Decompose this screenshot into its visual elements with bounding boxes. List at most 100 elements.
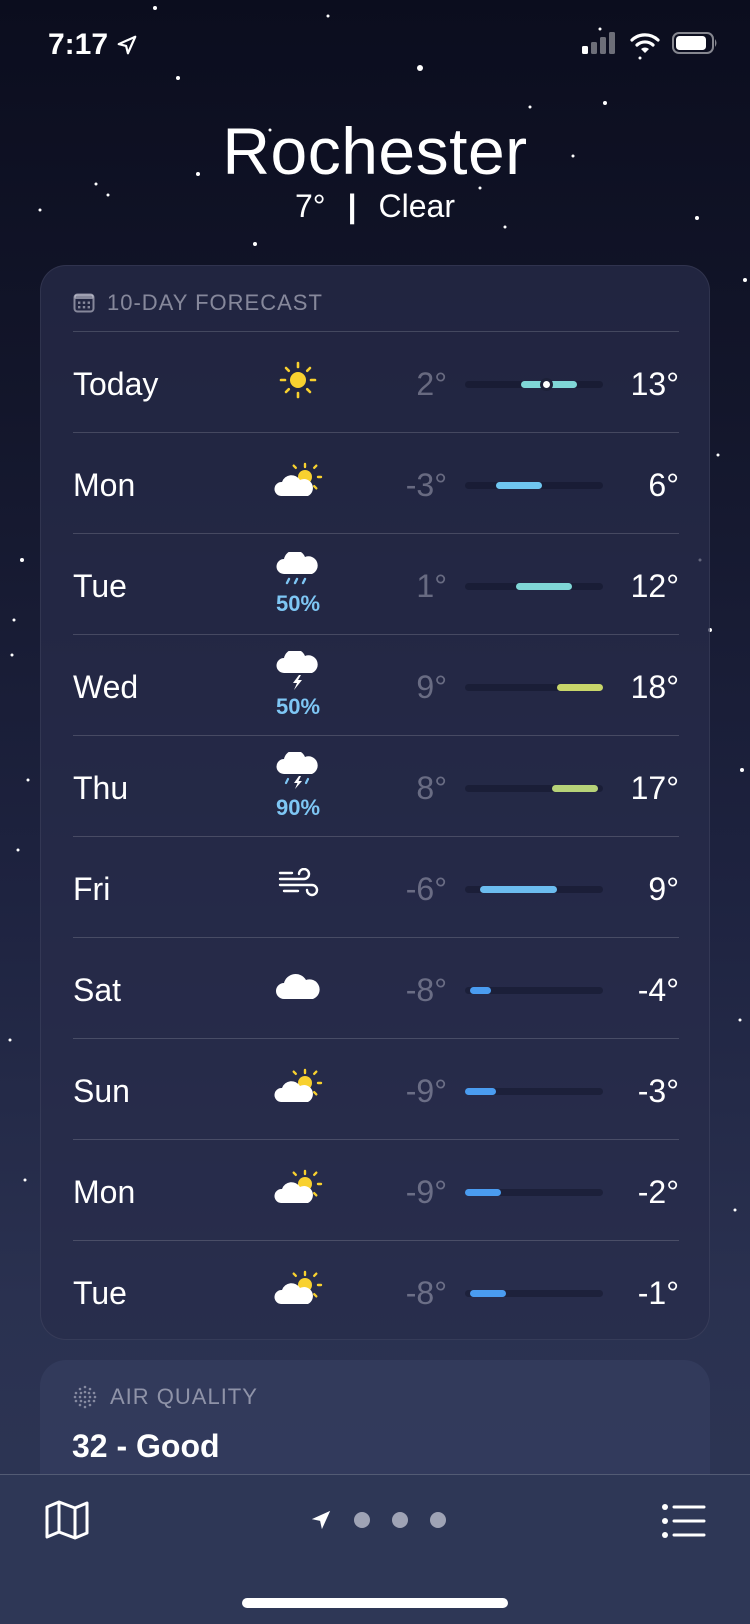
low-temp: 9° xyxy=(416,669,447,705)
low-temp: -9° xyxy=(405,1174,447,1210)
forecast-day: Sun xyxy=(73,1073,130,1109)
current-summary: 7° | Clear xyxy=(0,188,750,225)
forecast-row[interactable]: Thu 90% 8° 17° xyxy=(73,735,679,836)
high-temp: -2° xyxy=(637,1174,679,1210)
forecast-icon-cell xyxy=(253,1241,343,1342)
location-arrow-icon xyxy=(117,35,137,55)
low-temp: -8° xyxy=(405,972,447,1008)
low-temp: 1° xyxy=(416,568,447,604)
temperature-range-fill xyxy=(551,785,598,792)
forecast-card-title: 10-DAY FORECAST xyxy=(107,290,323,315)
forecast-row[interactable]: Wed 50% 9° 18° xyxy=(73,634,679,735)
current-temperature-marker xyxy=(540,378,554,391)
forecast-day: Mon xyxy=(73,467,136,503)
ten-day-forecast-card[interactable]: 10-DAY FORECAST Today 2° 13° Mon -3° 6° Tue 50%… xyxy=(40,265,710,1340)
status-bar: 7:17 xyxy=(0,0,750,90)
forecast-icon-cell: 50% xyxy=(253,534,343,635)
air-quality-header: AIR QUALITY xyxy=(72,1384,258,1410)
temperature-range-bar xyxy=(465,1290,603,1297)
temperature-range-bar xyxy=(465,886,603,893)
forecast-icon-cell: 90% xyxy=(253,736,343,837)
forecast-row[interactable]: Mon -9° -2° xyxy=(73,1139,679,1240)
status-time: 7:17 xyxy=(48,28,138,62)
temperature-range-bar xyxy=(465,987,603,994)
current-location-icon[interactable] xyxy=(310,1509,332,1531)
forecast-row[interactable]: Sat -8° -4° xyxy=(73,937,679,1038)
current-condition: Clear xyxy=(378,188,455,224)
low-temp: -6° xyxy=(405,871,447,907)
summary-separator: | xyxy=(347,188,357,224)
forecast-icon-cell: 50% xyxy=(253,635,343,736)
high-temp: 18° xyxy=(630,669,679,705)
forecast-icon-cell xyxy=(253,433,343,534)
temperature-range-fill xyxy=(557,684,603,691)
clock: 7:17 xyxy=(48,28,109,61)
temperature-range-fill xyxy=(470,987,491,994)
forecast-row[interactable]: Today 2° 13° xyxy=(73,331,679,432)
temperature-range-bar xyxy=(465,583,603,590)
forecast-day: Tue xyxy=(73,568,127,604)
air-quality-title: AIR QUALITY xyxy=(110,1384,258,1409)
city-list-icon[interactable] xyxy=(662,1503,706,1539)
page-dot[interactable] xyxy=(354,1512,370,1528)
forecast-day: Mon xyxy=(73,1174,136,1210)
precipitation-chance: 90% xyxy=(275,795,321,820)
low-temp: -3° xyxy=(405,467,447,503)
wifi-icon xyxy=(630,33,660,53)
temperature-range-fill xyxy=(465,1088,496,1095)
forecast-icon-cell xyxy=(253,837,343,938)
page-dot[interactable] xyxy=(430,1512,446,1528)
forecast-day: Fri xyxy=(73,871,111,907)
forecast-row[interactable]: Tue -8° -1° xyxy=(73,1240,679,1341)
forecast-day: Tue xyxy=(73,1275,127,1311)
partly-cloudy-icon xyxy=(272,1168,324,1213)
forecast-icon-cell xyxy=(253,1039,343,1140)
city-name: Rochester xyxy=(222,114,528,188)
temperature-range-fill xyxy=(495,482,542,489)
forecast-row[interactable]: Mon -3° 6° xyxy=(73,432,679,533)
page-indicator[interactable] xyxy=(310,1509,446,1531)
temperature-range-fill xyxy=(480,886,557,893)
forecast-day: Thu xyxy=(73,770,129,806)
location-header: Rochester 7° | Clear xyxy=(0,112,750,225)
forecast-card-header: 10-DAY FORECAST xyxy=(73,290,323,316)
cloud-lightning-icon xyxy=(275,649,321,696)
cloud-storm-rain-icon xyxy=(275,750,321,797)
forecast-day: Today xyxy=(73,366,159,402)
sun-icon xyxy=(278,360,318,405)
home-indicator[interactable] xyxy=(242,1598,508,1608)
air-quality-value: 32 - Good xyxy=(72,1428,220,1464)
high-temp: -1° xyxy=(637,1275,679,1311)
temperature-range-fill xyxy=(516,583,573,590)
partly-cloudy-icon xyxy=(272,461,324,506)
low-temp: 2° xyxy=(416,366,447,402)
calendar-icon xyxy=(73,293,95,313)
wind-icon xyxy=(276,867,320,907)
map-icon[interactable] xyxy=(44,1499,90,1541)
temperature-range-bar xyxy=(465,785,603,792)
forecast-rows: Today 2° 13° Mon -3° 6° Tue 50% 1° 12° Wed 50% 9° 18°… xyxy=(73,331,679,1341)
forecast-row[interactable]: Tue 50% 1° 12° xyxy=(73,533,679,634)
low-temp: 8° xyxy=(416,770,447,806)
forecast-row[interactable]: Fri -6° 9° xyxy=(73,836,679,937)
low-temp: -9° xyxy=(405,1073,447,1109)
temperature-range-bar xyxy=(465,1088,603,1095)
forecast-icon-cell xyxy=(253,1140,343,1241)
high-temp: 9° xyxy=(648,871,679,907)
page-dot[interactable] xyxy=(392,1512,408,1528)
high-temp: -3° xyxy=(637,1073,679,1109)
temperature-range-fill xyxy=(465,1189,501,1196)
air-quality-icon xyxy=(73,1385,97,1409)
forecast-icon-cell xyxy=(253,332,343,433)
temperature-range-bar xyxy=(465,684,603,691)
high-temp: -4° xyxy=(637,972,679,1008)
forecast-row[interactable]: Sun -9° -3° xyxy=(73,1038,679,1139)
low-temp: -8° xyxy=(405,1275,447,1311)
cellular-signal-icon xyxy=(582,32,615,54)
forecast-day: Wed xyxy=(73,669,139,705)
cloud-icon xyxy=(275,969,321,1008)
high-temp: 13° xyxy=(630,366,679,402)
precipitation-chance: 50% xyxy=(275,694,321,719)
temperature-range-bar xyxy=(465,482,603,489)
cloud-rain-icon xyxy=(275,550,321,593)
